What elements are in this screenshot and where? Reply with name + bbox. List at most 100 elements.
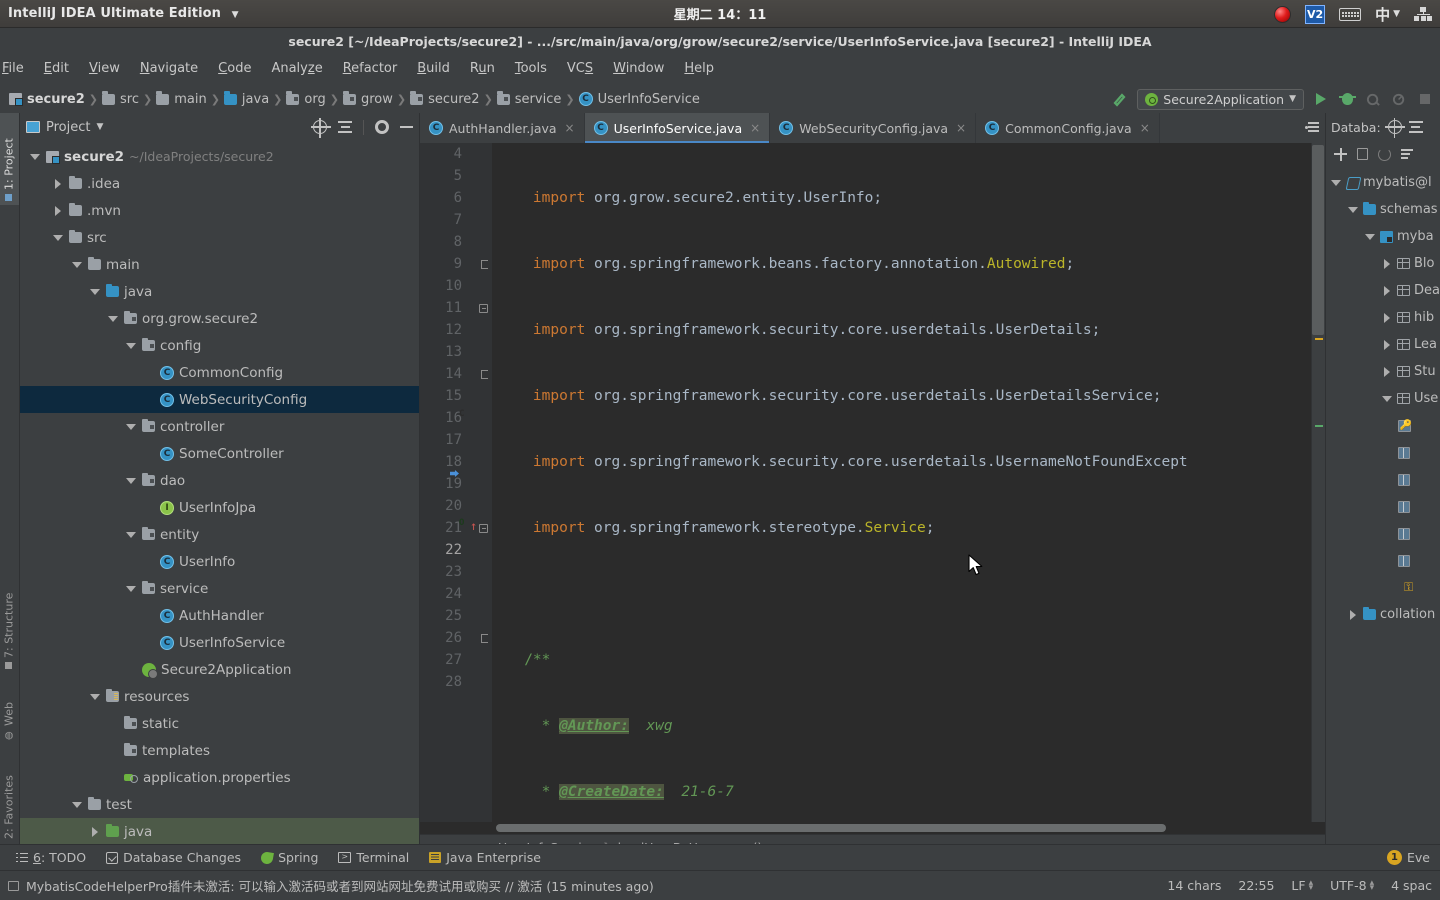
- run-configuration-selector[interactable]: Secure2Application ▼: [1137, 88, 1304, 110]
- navbar-crumb-secure2[interactable]: secure2: [6, 91, 88, 108]
- stop-icon[interactable]: [1416, 90, 1434, 108]
- tree-row-authhandler[interactable]: C AuthHandler: [20, 602, 419, 629]
- tree-row-static[interactable]: static: [20, 710, 419, 737]
- expand-arrow-icon[interactable]: [88, 826, 101, 837]
- expand-arrow-icon[interactable]: [70, 801, 83, 808]
- network-icon[interactable]: [1414, 7, 1432, 21]
- tree-row-idea[interactable]: .idea: [20, 170, 419, 197]
- db-row-connection[interactable]: mybatis@l: [1326, 169, 1440, 196]
- menu-refactor[interactable]: Refactor: [333, 58, 408, 79]
- editor-tab-commonconfig[interactable]: C CommonConfig.java ×: [976, 113, 1160, 143]
- fold-brace-icon[interactable]: [481, 370, 488, 379]
- editor-tab-list-button[interactable]: [1299, 113, 1325, 143]
- tree-row-secure2application[interactable]: Secure2Application: [20, 656, 419, 683]
- navbar-crumb-service[interactable]: service: [494, 91, 565, 108]
- menu-navigate[interactable]: Navigate: [130, 58, 208, 79]
- expand-arrow-icon[interactable]: [1346, 206, 1359, 213]
- code-editor[interactable]: 4 5 6 7 8 9 10 11 12 13 14 15 16 17 18 1…: [420, 143, 1325, 822]
- expand-arrow-icon[interactable]: [1380, 258, 1393, 269]
- tree-row-entity[interactable]: entity: [20, 521, 419, 548]
- refresh-icon[interactable]: [1378, 147, 1391, 161]
- tool-tab-favorites[interactable]: ★ 2: Favorites: [0, 753, 19, 858]
- expand-arrow-icon[interactable]: [1380, 366, 1393, 377]
- menu-edit[interactable]: Edit: [34, 58, 79, 79]
- expand-arrow-icon[interactable]: [1346, 609, 1359, 620]
- editor-horizontal-scrollbar[interactable]: [420, 822, 1325, 834]
- tree-row-dao[interactable]: dao: [20, 467, 419, 494]
- bottom-tab-database-changes[interactable]: Database Changes: [106, 850, 241, 865]
- navbar-crumb-java[interactable]: java: [221, 91, 272, 108]
- menu-build[interactable]: Build: [407, 58, 460, 79]
- build-hammer-icon[interactable]: [1111, 90, 1129, 108]
- tree-row-config[interactable]: config: [20, 332, 419, 359]
- navbar-crumb-userinfoservice[interactable]: C UserInfoService: [576, 91, 703, 108]
- menu-run[interactable]: Run: [460, 58, 505, 79]
- status-message-area[interactable]: MybatisCodeHelperPro插件未激活: 可以输入激活码或者到网站网…: [8, 876, 654, 895]
- event-log-button[interactable]: 1 Eve: [1387, 850, 1430, 865]
- collapse-all-icon[interactable]: [338, 120, 352, 134]
- navbar-crumb-main[interactable]: main: [153, 91, 209, 108]
- collapse-all-icon[interactable]: [1408, 120, 1423, 134]
- expand-arrow-icon[interactable]: [88, 693, 101, 700]
- tree-row-somecontroller[interactable]: C SomeController: [20, 440, 419, 467]
- tree-row-test[interactable]: test: [20, 791, 419, 818]
- expand-arrow-icon[interactable]: [51, 178, 64, 189]
- menu-code[interactable]: Code: [208, 58, 261, 79]
- tree-row-org-grow-secure2[interactable]: org.grow.secure2: [20, 305, 419, 332]
- expand-arrow-icon[interactable]: [1329, 179, 1342, 186]
- db-row-column[interactable]: [1326, 466, 1440, 493]
- status-line-separator[interactable]: LF ▴ ▾: [1291, 878, 1313, 893]
- tree-row-java[interactable]: java: [20, 278, 419, 305]
- menu-view[interactable]: View: [79, 58, 130, 79]
- bottom-tab-todo[interactable]: 6: TODO: [16, 850, 86, 865]
- navbar-crumb-org[interactable]: org: [283, 91, 328, 108]
- run-with-coverage-icon[interactable]: [1364, 90, 1382, 108]
- expand-arrow-icon[interactable]: [1363, 233, 1376, 240]
- bottom-tab-spring[interactable]: Spring: [260, 850, 318, 865]
- db-row-table[interactable]: Dea: [1326, 277, 1440, 304]
- locate-icon[interactable]: [310, 117, 331, 138]
- db-row-table[interactable]: Stu: [1326, 358, 1440, 385]
- copy-icon[interactable]: [1357, 148, 1368, 160]
- expand-arrow-icon[interactable]: [124, 477, 137, 484]
- menu-help[interactable]: Help: [674, 58, 724, 79]
- tree-row-secure2[interactable]: secure2 ~/IdeaProjects/secure2: [20, 143, 419, 170]
- close-icon[interactable]: ×: [565, 121, 575, 135]
- status-encoding[interactable]: UTF-8 ▴ ▾: [1330, 878, 1374, 893]
- db-row-primary-key-column[interactable]: [1326, 412, 1440, 439]
- locate-icon[interactable]: [1385, 117, 1406, 138]
- keyboard-icon[interactable]: [1339, 7, 1362, 21]
- menu-analyze[interactable]: Analyze: [261, 58, 332, 79]
- expand-arrow-icon[interactable]: [1380, 285, 1393, 296]
- vertical-scrollbar-thumb[interactable]: [1312, 145, 1324, 335]
- tree-row-src[interactable]: src: [20, 224, 419, 251]
- db-row-collations[interactable]: collation: [1326, 601, 1440, 628]
- menu-file[interactable]: File: [0, 58, 34, 79]
- tree-row-templates[interactable]: templates: [20, 737, 419, 764]
- os-clock[interactable]: 星期二 14：11: [0, 4, 1440, 23]
- tree-row-userinfojpa[interactable]: I UserInfoJpa: [20, 494, 419, 521]
- add-icon[interactable]: [1334, 147, 1347, 161]
- db-row-schema-mybatis[interactable]: myba: [1326, 223, 1440, 250]
- expand-arrow-icon[interactable]: [124, 531, 137, 538]
- db-row-table[interactable]: Lea: [1326, 331, 1440, 358]
- settings-gear-icon[interactable]: [375, 120, 389, 134]
- expand-arrow-icon[interactable]: [1380, 339, 1393, 350]
- close-icon[interactable]: ×: [956, 121, 966, 135]
- navbar-crumb-secure2-pkg[interactable]: secure2: [407, 91, 483, 108]
- db-row-column[interactable]: [1326, 547, 1440, 574]
- tree-row-mvn[interactable]: .mvn: [20, 197, 419, 224]
- tree-row-commonconfig[interactable]: C CommonConfig: [20, 359, 419, 386]
- editor-horizontal-scrollbar-thumb[interactable]: [496, 824, 1166, 832]
- tree-row-main[interactable]: main: [20, 251, 419, 278]
- menu-tools[interactable]: Tools: [505, 58, 557, 79]
- close-icon[interactable]: ×: [1140, 121, 1150, 135]
- db-row-schemas[interactable]: schemas: [1326, 196, 1440, 223]
- expand-arrow-icon[interactable]: [106, 315, 119, 322]
- db-row-key[interactable]: ⚿: [1326, 574, 1440, 601]
- project-tree[interactable]: secure2 ~/IdeaProjects/secure2 .idea .mv…: [20, 141, 419, 860]
- tree-row-resources[interactable]: resources: [20, 683, 419, 710]
- bottom-tab-java-enterprise[interactable]: Java Enterprise: [429, 850, 541, 865]
- tree-row-userinfoservice[interactable]: C UserInfoService: [20, 629, 419, 656]
- editor-tab-websecurityconfig[interactable]: C WebSecurityConfig.java ×: [770, 113, 977, 143]
